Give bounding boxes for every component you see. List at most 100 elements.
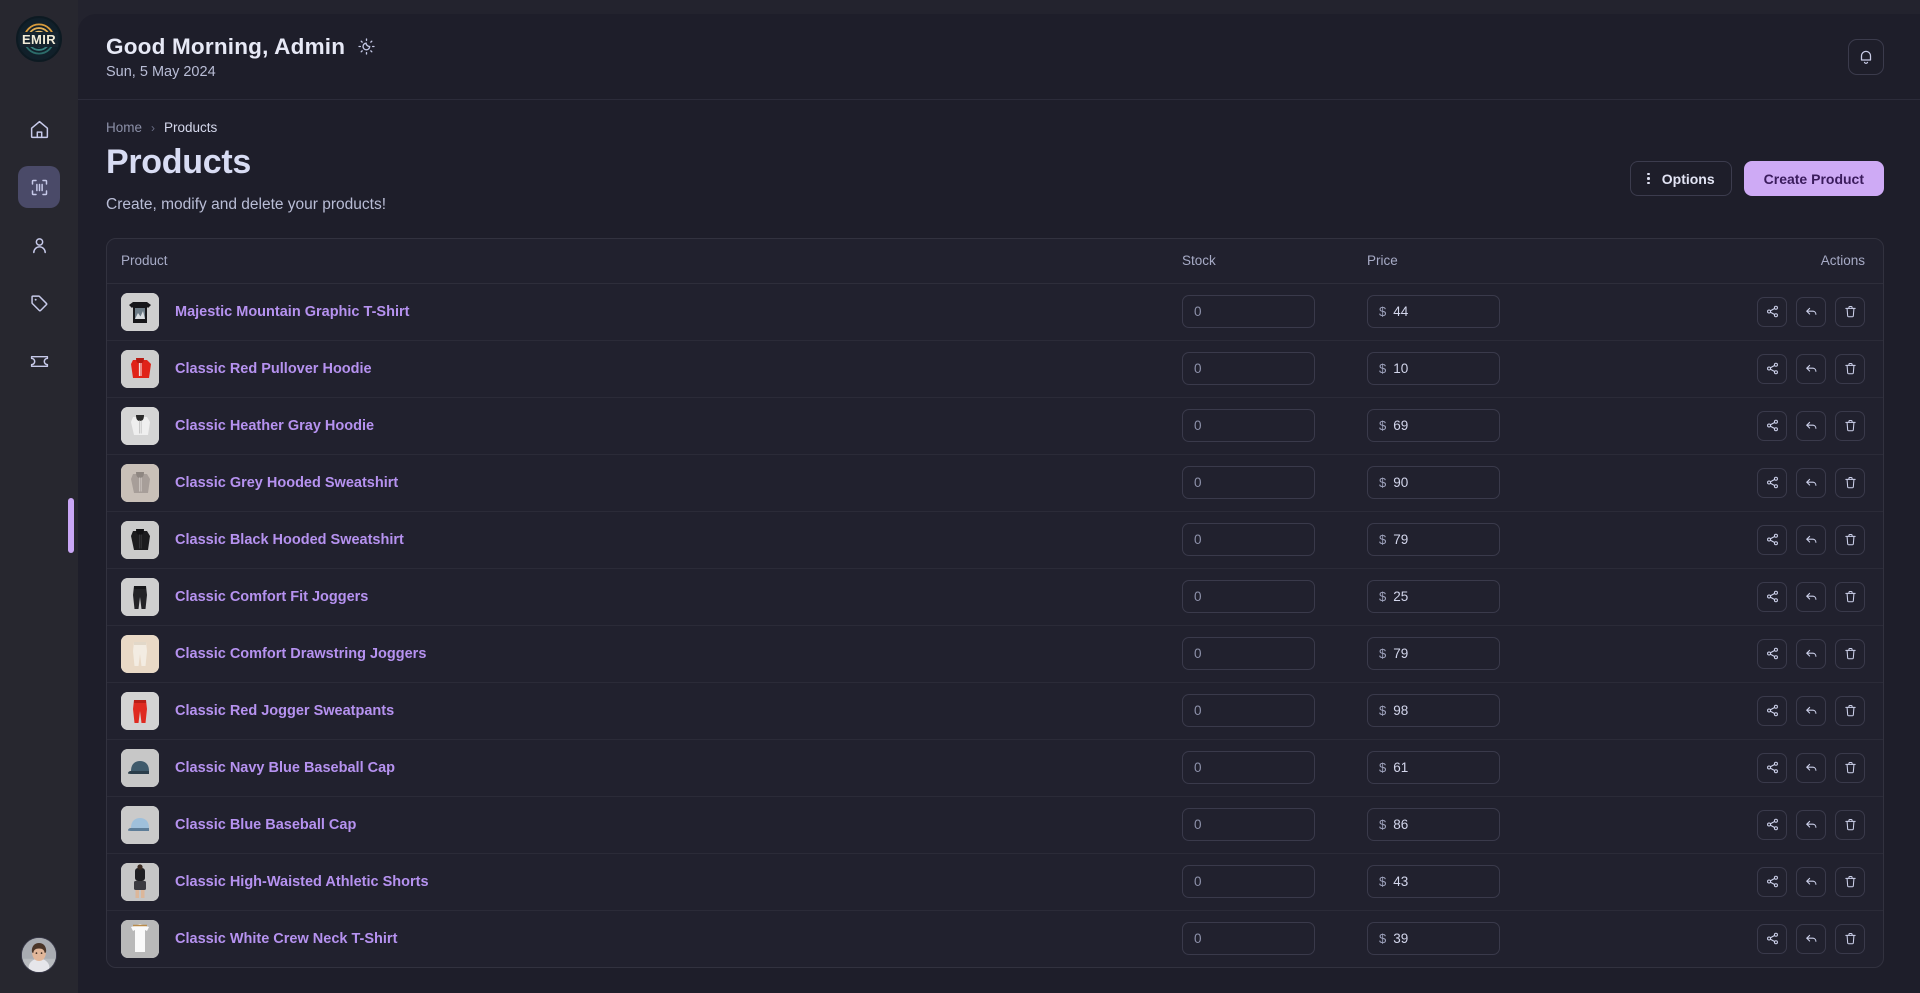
trash-icon <box>1843 361 1858 376</box>
notifications-button[interactable] <box>1848 39 1884 75</box>
cell-product: Majestic Mountain Graphic T-Shirt <box>107 283 1182 340</box>
price-input[interactable]: $98 <box>1367 694 1500 727</box>
undo-button[interactable] <box>1796 468 1826 498</box>
product-thumbnail-cap-blue <box>121 806 159 844</box>
product-name-link[interactable]: Classic Comfort Fit Joggers <box>175 589 368 605</box>
undo-button[interactable] <box>1796 525 1826 555</box>
trash-button[interactable] <box>1835 468 1865 498</box>
product-name-link[interactable]: Classic Blue Baseball Cap <box>175 817 356 833</box>
share-button[interactable] <box>1757 525 1787 555</box>
product-thumbnail-tshirt-white <box>121 920 159 958</box>
trash-button[interactable] <box>1835 924 1865 954</box>
undo-button[interactable] <box>1796 924 1826 954</box>
product-name-link[interactable]: Classic White Crew Neck T-Shirt <box>175 931 397 947</box>
table-row: Classic Black Hooded Sweatshirt 0 $79 <box>107 511 1883 568</box>
share-button[interactable] <box>1757 753 1787 783</box>
trash-icon <box>1843 703 1858 718</box>
cell-actions <box>1552 796 1883 853</box>
trash-button[interactable] <box>1835 411 1865 441</box>
undo-button[interactable] <box>1796 411 1826 441</box>
theme-toggle-button[interactable] <box>357 37 376 56</box>
product-name-link[interactable]: Classic High-Waisted Athletic Shorts <box>175 874 429 890</box>
undo-button[interactable] <box>1796 867 1826 897</box>
breadcrumb-products[interactable]: Products <box>164 120 217 135</box>
stock-input[interactable]: 0 <box>1182 694 1315 727</box>
trash-button[interactable] <box>1835 810 1865 840</box>
avatar[interactable] <box>21 937 57 973</box>
undo-button[interactable] <box>1796 297 1826 327</box>
trash-button[interactable] <box>1835 696 1865 726</box>
sidebar-item-products[interactable] <box>18 166 60 208</box>
trash-button[interactable] <box>1835 867 1865 897</box>
share-button[interactable] <box>1757 924 1787 954</box>
undo-button[interactable] <box>1796 753 1826 783</box>
options-button[interactable]: Options <box>1630 161 1731 196</box>
share-button[interactable] <box>1757 354 1787 384</box>
stock-input[interactable]: 0 <box>1182 523 1315 556</box>
create-product-button[interactable]: Create Product <box>1744 161 1884 196</box>
share-button[interactable] <box>1757 297 1787 327</box>
stock-input[interactable]: 0 <box>1182 580 1315 613</box>
content-scrollbar-thumb[interactable] <box>68 498 74 553</box>
product-name-link[interactable]: Classic Red Pullover Hoodie <box>175 361 372 377</box>
trash-button[interactable] <box>1835 582 1865 612</box>
stock-input[interactable]: 0 <box>1182 751 1315 784</box>
stock-input[interactable]: 0 <box>1182 922 1315 955</box>
price-input[interactable]: $79 <box>1367 523 1500 556</box>
price-input[interactable]: $61 <box>1367 751 1500 784</box>
stock-input[interactable]: 0 <box>1182 295 1315 328</box>
product-name-link[interactable]: Majestic Mountain Graphic T-Shirt <box>175 304 409 320</box>
share-button[interactable] <box>1757 639 1787 669</box>
stock-input[interactable]: 0 <box>1182 352 1315 385</box>
product-name-link[interactable]: Classic Black Hooded Sweatshirt <box>175 532 404 548</box>
share-button[interactable] <box>1757 696 1787 726</box>
product-name-link[interactable]: Classic Grey Hooded Sweatshirt <box>175 475 398 491</box>
stock-input[interactable]: 0 <box>1182 637 1315 670</box>
share-button[interactable] <box>1757 582 1787 612</box>
stock-input[interactable]: 0 <box>1182 865 1315 898</box>
undo-button[interactable] <box>1796 639 1826 669</box>
undo-icon <box>1804 361 1819 376</box>
share-button[interactable] <box>1757 810 1787 840</box>
trash-button[interactable] <box>1835 354 1865 384</box>
price-input[interactable]: $39 <box>1367 922 1500 955</box>
row-actions <box>1552 582 1883 612</box>
share-button[interactable] <box>1757 411 1787 441</box>
trash-button[interactable] <box>1835 753 1865 783</box>
brand-logo[interactable]: EMIR <box>16 16 62 62</box>
breadcrumb-home[interactable]: Home <box>106 120 142 135</box>
undo-button[interactable] <box>1796 810 1826 840</box>
undo-button[interactable] <box>1796 354 1826 384</box>
sidebar-item-tickets[interactable] <box>18 340 60 382</box>
undo-button[interactable] <box>1796 696 1826 726</box>
share-button[interactable] <box>1757 468 1787 498</box>
undo-icon <box>1804 475 1819 490</box>
stock-input[interactable]: 0 <box>1182 808 1315 841</box>
price-input[interactable]: $79 <box>1367 637 1500 670</box>
share-button[interactable] <box>1757 867 1787 897</box>
sidebar-item-users[interactable] <box>18 224 60 266</box>
price-input[interactable]: $25 <box>1367 580 1500 613</box>
product-name-link[interactable]: Classic Heather Gray Hoodie <box>175 418 374 434</box>
price-input[interactable]: $69 <box>1367 409 1500 442</box>
price-input[interactable]: $43 <box>1367 865 1500 898</box>
price-input[interactable]: $10 <box>1367 352 1500 385</box>
product-name-link[interactable]: Classic Navy Blue Baseball Cap <box>175 760 395 776</box>
cell-price: $39 <box>1367 910 1552 967</box>
greeting-row: Good Morning, Admin <box>106 34 376 60</box>
currency-symbol: $ <box>1379 760 1386 775</box>
sidebar-item-home[interactable] <box>18 108 60 150</box>
stock-input[interactable]: 0 <box>1182 466 1315 499</box>
share-icon <box>1765 703 1780 718</box>
price-input[interactable]: $86 <box>1367 808 1500 841</box>
trash-button[interactable] <box>1835 525 1865 555</box>
product-name-link[interactable]: Classic Red Jogger Sweatpants <box>175 703 394 719</box>
sidebar-item-tags[interactable] <box>18 282 60 324</box>
price-input[interactable]: $90 <box>1367 466 1500 499</box>
product-name-link[interactable]: Classic Comfort Drawstring Joggers <box>175 646 426 662</box>
trash-button[interactable] <box>1835 297 1865 327</box>
price-input[interactable]: $44 <box>1367 295 1500 328</box>
undo-button[interactable] <box>1796 582 1826 612</box>
trash-button[interactable] <box>1835 639 1865 669</box>
stock-input[interactable]: 0 <box>1182 409 1315 442</box>
